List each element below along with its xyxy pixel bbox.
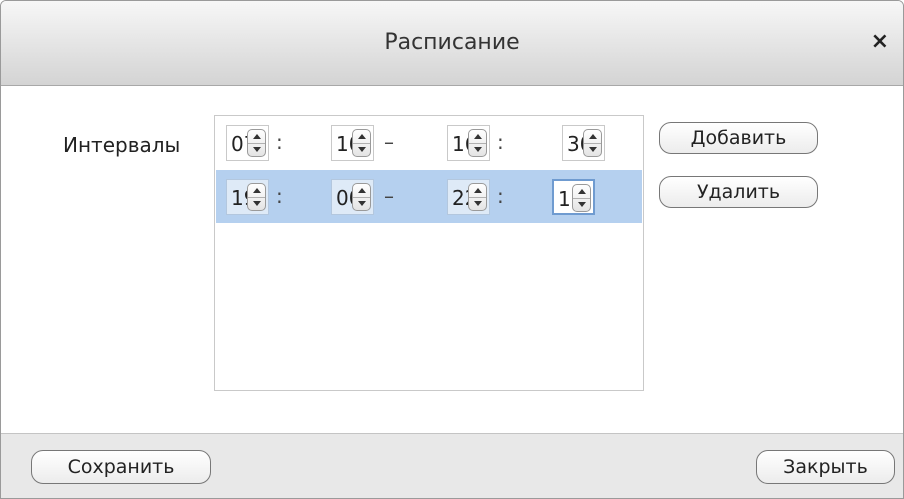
spinner-up-icon[interactable] — [353, 130, 370, 144]
spinner-down-icon[interactable] — [353, 197, 370, 210]
spinner-arrows — [247, 183, 266, 211]
time-separator: : — [497, 130, 504, 154]
spinner-arrows — [572, 184, 591, 212]
start-hour-spinner[interactable]: 07 — [226, 125, 269, 161]
spinner-arrows — [247, 129, 266, 157]
intervals-list[interactable]: 07 : 10 – 16: 30 19: 00 – 22: 15 — [214, 115, 644, 391]
close-button[interactable]: Закрыть — [756, 450, 895, 484]
spinner-down-icon[interactable] — [248, 197, 265, 210]
spinner-down-icon[interactable] — [353, 143, 370, 156]
range-separator: – — [384, 130, 394, 154]
spinner-down-icon[interactable] — [469, 197, 486, 210]
time-separator: : — [276, 184, 283, 208]
dialog-title: Расписание — [384, 30, 520, 55]
spinner-up-icon[interactable] — [469, 130, 486, 144]
end-minute-spinner[interactable]: 15 — [552, 179, 595, 215]
schedule-dialog: Расписание × Интервалы 07 : 10 – 16: 30… — [0, 0, 904, 499]
close-icon[interactable]: × — [871, 31, 889, 53]
end-hour-spinner[interactable]: 16 — [447, 125, 490, 161]
start-minute-spinner[interactable]: 00 — [331, 179, 374, 215]
title-bar: Расписание × — [1, 1, 903, 86]
spinner-up-icon[interactable] — [469, 184, 486, 198]
time-separator: : — [497, 184, 504, 208]
spinner-arrows — [468, 183, 487, 211]
spinner-down-icon[interactable] — [469, 143, 486, 156]
spinner-up-icon[interactable] — [584, 130, 601, 144]
start-hour-spinner[interactable]: 19 — [226, 179, 269, 215]
end-hour-spinner[interactable]: 22 — [447, 179, 490, 215]
spinner-up-icon[interactable] — [248, 184, 265, 198]
spinner-up-icon[interactable] — [573, 185, 590, 199]
spinner-up-icon[interactable] — [248, 130, 265, 144]
spinner-arrows — [583, 129, 602, 157]
remove-interval-button[interactable]: Удалить — [659, 176, 818, 208]
range-separator: – — [384, 184, 394, 208]
start-minute-spinner[interactable]: 10 — [331, 125, 374, 161]
time-separator: : — [276, 130, 283, 154]
spinner-down-icon[interactable] — [584, 143, 601, 156]
spinner-arrows — [352, 183, 371, 211]
spinner-arrows — [352, 129, 371, 157]
dialog-footer: Сохранить Закрыть — [1, 433, 903, 498]
end-minute-spinner[interactable]: 30 — [562, 125, 605, 161]
intervals-label: Интервалы — [63, 133, 181, 157]
add-interval-button[interactable]: Добавить — [659, 122, 818, 154]
interval-row[interactable]: 07 : 10 – 16: 30 — [216, 116, 642, 169]
spinner-down-icon[interactable] — [573, 198, 590, 211]
interval-row-selected[interactable]: 19 : 00 – 22: 15 — [216, 170, 642, 223]
spinner-arrows — [468, 129, 487, 157]
spinner-down-icon[interactable] — [248, 143, 265, 156]
spinner-up-icon[interactable] — [353, 184, 370, 198]
save-button[interactable]: Сохранить — [31, 450, 211, 484]
